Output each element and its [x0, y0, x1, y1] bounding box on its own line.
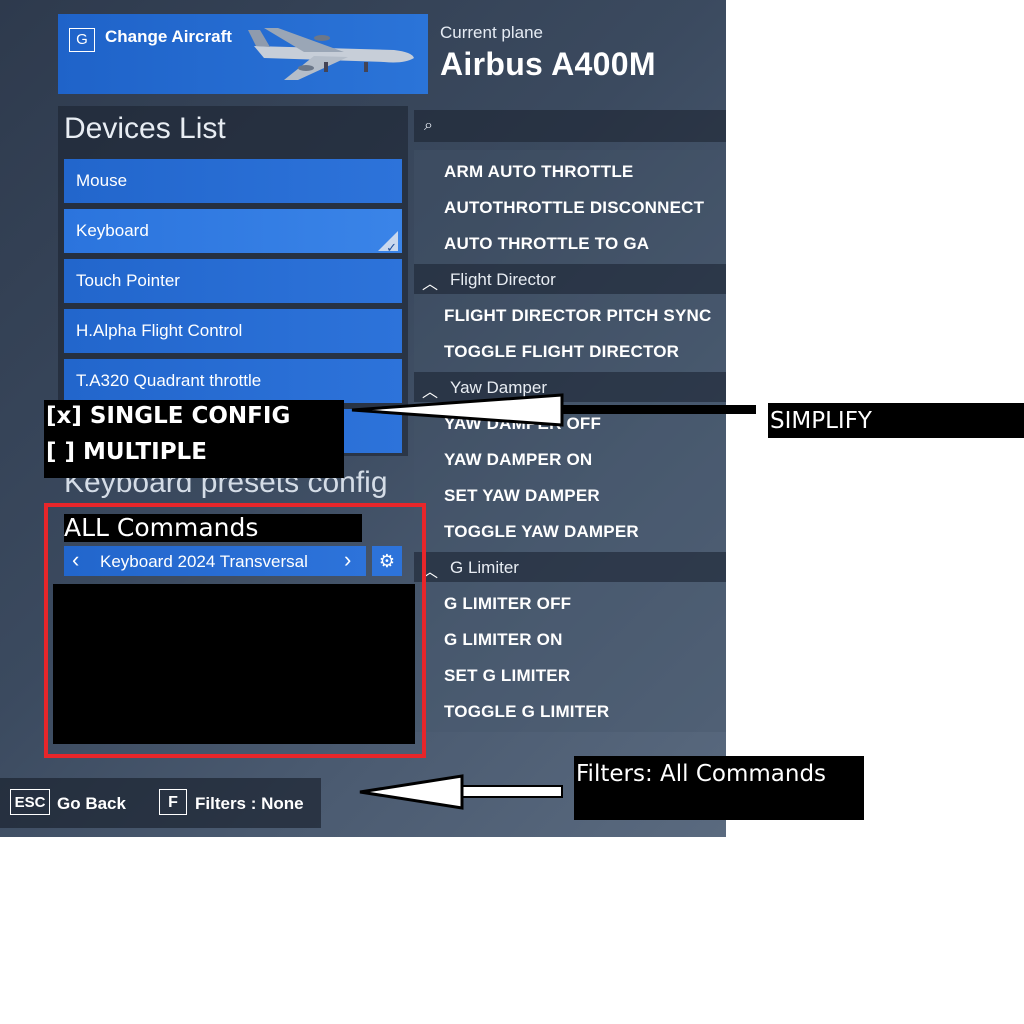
- simplify-arrow-icon: [351, 393, 756, 427]
- annotation-arrows: [351, 393, 756, 810]
- filters-arrow-icon: [359, 774, 563, 810]
